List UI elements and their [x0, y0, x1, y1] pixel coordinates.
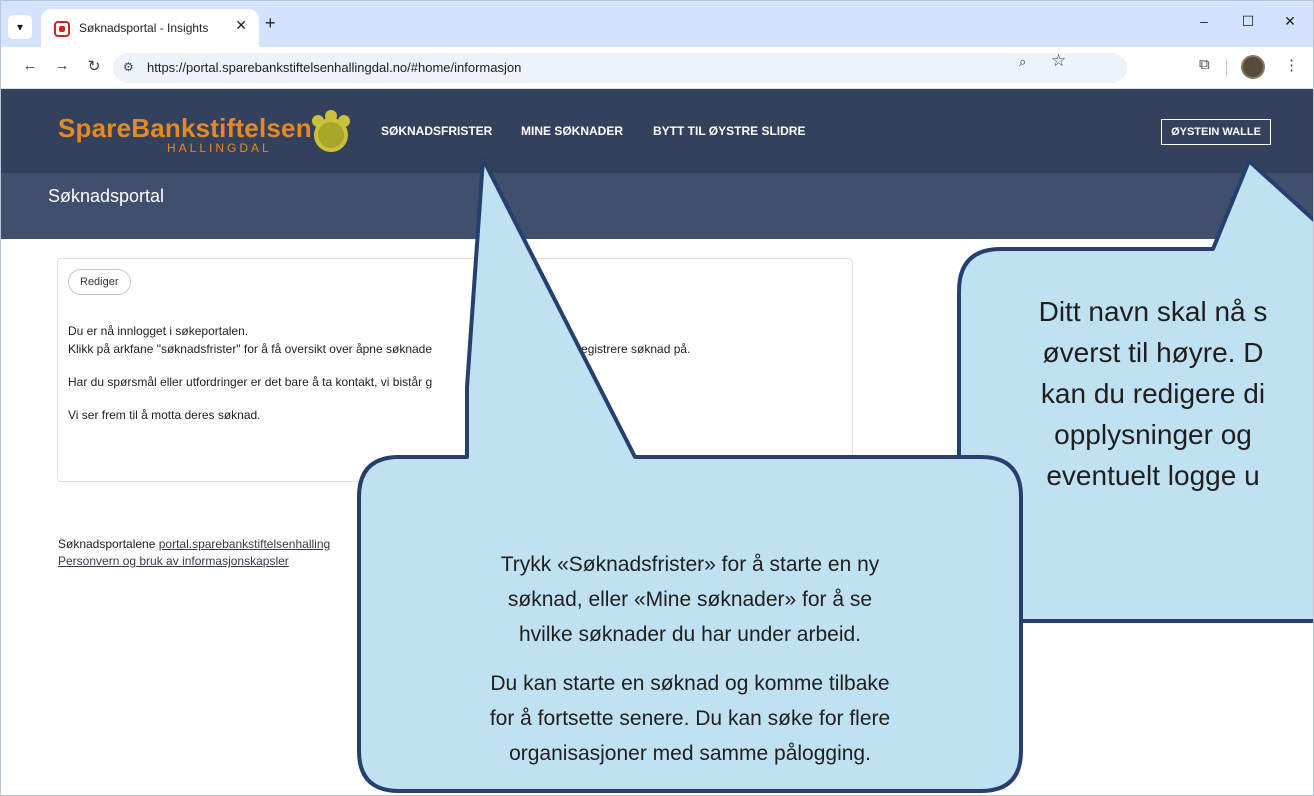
callout-line: opplysninger og: [1054, 419, 1252, 450]
callout-line: organisasjoner med samme pålogging.: [509, 742, 871, 765]
center-callout-text: Trykk «Søknadsfrister» for å starte en n…: [363, 547, 1017, 771]
callout-line: søknad, eller «Mine søknader» for å se: [507, 588, 873, 611]
callout-spacer: [363, 652, 1017, 666]
callout-line: for å fortsette senere. Du kan søke for …: [489, 707, 891, 730]
callout-line: hvilke søknader du har under arbeid.: [518, 623, 862, 646]
callout-line: eventuelt logge u: [1046, 460, 1260, 491]
callout-line: Trykk «Søknadsfrister» for å starte en n…: [500, 553, 880, 576]
callout-line: Ditt navn skal nå s: [1038, 296, 1268, 327]
callout-line: kan du redigere di: [1040, 378, 1266, 409]
right-callout-text: Ditt navn skal nå s øverst til høyre. D …: [963, 291, 1313, 496]
callout-line: øverst til høyre. D: [1042, 337, 1264, 368]
browser-window: ▾ Søknadsportal - Insights ✕ + – ☐ ✕ ← →…: [0, 0, 1314, 796]
callout-line: Du kan starte en søknad og komme tilbake: [490, 672, 890, 695]
